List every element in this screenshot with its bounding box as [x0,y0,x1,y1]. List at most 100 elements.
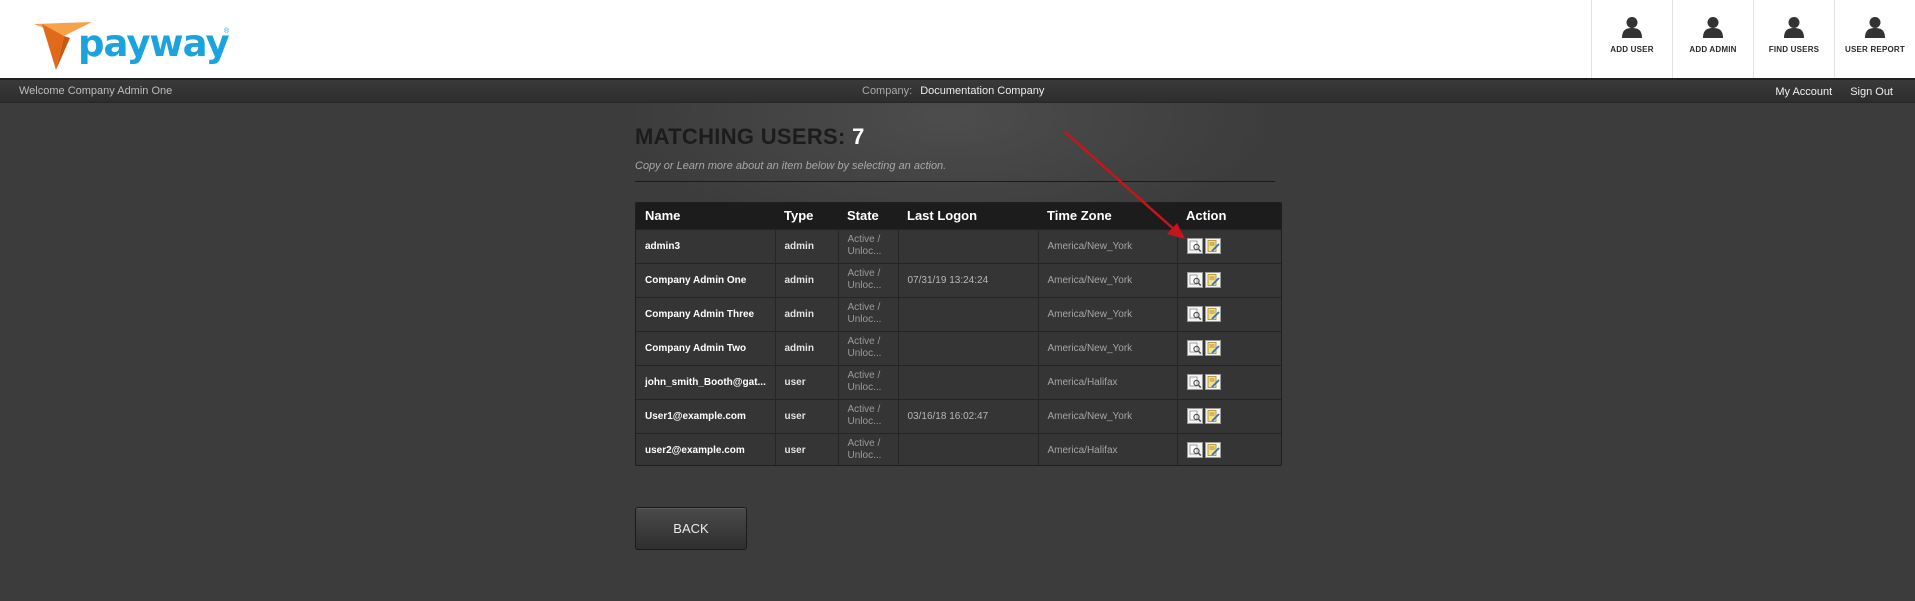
action-cell [1177,364,1281,399]
add-admin-button[interactable]: ADD ADMIN [1672,0,1753,78]
app-header: payway ® ADD USER ADD ADMIN FIND USERS U… [0,0,1915,78]
time-zone-cell: America/New_York [1038,296,1178,331]
edit-note-icon[interactable] [1204,340,1221,356]
find-users-button[interactable]: FIND USERS [1753,0,1834,78]
view-detail-icon[interactable] [1186,340,1203,356]
add-user-button[interactable]: ADD USER [1591,0,1672,78]
view-detail-icon[interactable] [1186,408,1203,424]
user-type-cell: user [775,364,839,399]
time-zone-cell: America/New_York [1038,330,1178,365]
add-admin-label: ADD ADMIN [1689,45,1737,54]
edit-note-icon[interactable] [1204,408,1221,424]
user-name-cell: Company Admin Two [636,330,776,365]
person-icon [1622,17,1642,38]
edit-note-icon[interactable] [1204,272,1221,288]
user-name-cell: user2@example.com [636,432,776,465]
action-cell [1177,296,1281,331]
table-row: Company Admin One admin Active / Unloc..… [636,262,1281,297]
time-zone-cell: America/New_York [1038,262,1178,297]
column-header-name[interactable]: Name [636,203,775,229]
table-row: john_smith_Booth@gat... user Active / Un… [636,364,1281,399]
table-row: user2@example.com user Active / Unloc...… [636,432,1281,465]
column-header-state[interactable]: State [838,203,898,229]
last-logon-cell [898,330,1039,365]
time-zone-cell: America/Halifax [1038,432,1178,465]
user-state-cell: Active / Unloc... [838,262,899,297]
user-type-cell: admin [775,228,839,263]
user-name-cell: john_smith_Booth@gat... [636,364,776,399]
user-state-cell: Active / Unloc... [838,364,899,399]
payway-logo[interactable]: payway ® [34,18,234,70]
user-state-cell: Active / Unloc... [838,296,899,331]
matching-count: 7 [852,124,865,149]
welcome-text: Welcome Company Admin One [19,85,173,97]
back-button[interactable]: BACK [635,507,747,550]
action-cell [1177,398,1281,433]
person-icon [1784,17,1804,38]
action-cell [1177,330,1281,365]
add-user-label: ADD USER [1610,45,1654,54]
sign-out-link[interactable]: Sign Out [1850,86,1893,98]
page-title: MATCHING USERS: 7 [635,124,865,150]
user-type-cell: admin [775,262,839,297]
user-name-cell: Company Admin One [636,262,776,297]
person-icon [1703,17,1723,38]
view-detail-icon[interactable] [1186,374,1203,390]
my-account-link[interactable]: My Account [1775,86,1832,98]
account-links: My Account Sign Out [1775,86,1893,98]
title-divider [635,181,1275,182]
users-table: Name Type State Last Logon Time Zone Act… [635,202,1282,466]
table-row: Company Admin Three admin Active / Unloc… [636,296,1281,331]
user-type-cell: admin [775,296,839,331]
time-zone-cell: America/New_York [1038,228,1178,263]
user-type-cell: admin [775,330,839,365]
table-header-row: Name Type State Last Logon Time Zone Act… [636,203,1281,229]
last-logon-cell [898,228,1039,263]
edit-note-icon[interactable] [1204,374,1221,390]
logo-wordmark: payway [78,22,230,65]
user-type-cell: user [775,398,839,433]
last-logon-cell: 03/16/18 16:02:47 [898,398,1039,433]
view-detail-icon[interactable] [1186,442,1203,459]
last-logon-cell [898,364,1039,399]
page-subtitle: Copy or Learn more about an item below b… [635,160,947,172]
page-title-text: MATCHING USERS: [635,124,846,149]
user-name-cell: User1@example.com [636,398,776,433]
user-type-cell: user [775,432,839,465]
person-icon [1865,17,1885,38]
last-logon-cell [898,296,1039,331]
column-header-type[interactable]: Type [775,203,838,229]
user-state-cell: Active / Unloc... [838,432,899,465]
view-detail-icon[interactable] [1186,238,1203,254]
action-cell [1177,262,1281,297]
info-bar: Welcome Company Admin One Company: Docum… [0,78,1915,103]
user-state-cell: Active / Unloc... [838,228,899,263]
action-cell [1177,228,1281,263]
user-report-label: USER REPORT [1845,45,1905,54]
company-label: Company: [862,85,913,97]
logo-registered-mark: ® [224,28,230,35]
user-name-cell: Company Admin Three [636,296,776,331]
user-state-cell: Active / Unloc... [838,330,899,365]
view-detail-icon[interactable] [1186,272,1203,288]
action-cell [1177,432,1281,465]
column-header-action: Action [1177,203,1281,229]
view-detail-icon[interactable] [1186,306,1203,322]
time-zone-cell: America/Halifax [1038,364,1178,399]
edit-note-icon[interactable] [1204,238,1221,254]
admin-toolbar: ADD USER ADD ADMIN FIND USERS USER REPOR… [1591,0,1915,78]
user-state-cell: Active / Unloc... [838,398,899,433]
company-name: Documentation Company [920,85,1045,97]
time-zone-cell: America/New_York [1038,398,1178,433]
table-row: admin3 admin Active / Unloc... America/N… [636,228,1281,263]
find-users-label: FIND USERS [1768,45,1820,54]
user-report-button[interactable]: USER REPORT [1834,0,1915,78]
edit-note-icon[interactable] [1204,306,1221,322]
table-row: Company Admin Two admin Active / Unloc..… [636,330,1281,365]
last-logon-cell [898,432,1039,465]
company-indicator: Company: Documentation Company [862,85,1044,97]
user-name-cell: admin3 [636,228,776,263]
edit-note-icon[interactable] [1204,442,1221,459]
column-header-last-logon[interactable]: Last Logon [898,203,1038,229]
column-header-time-zone[interactable]: Time Zone [1038,203,1177,229]
